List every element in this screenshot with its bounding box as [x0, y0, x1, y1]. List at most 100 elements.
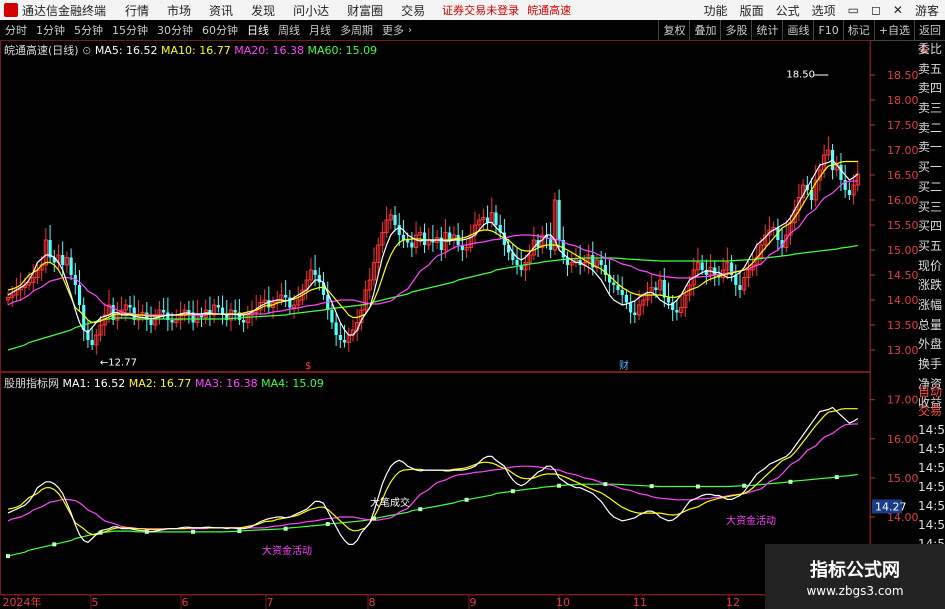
- tool-adjust[interactable]: 复权: [658, 20, 689, 40]
- ma4-dot: [695, 484, 700, 489]
- ma4-dot: [237, 529, 242, 534]
- main-legend: 皖通高速(日线) ⊙ MA5: 16.52 MA10: 16.77 MA20: …: [4, 42, 377, 58]
- candle-body-down: [607, 275, 612, 283]
- candle-body-up: [472, 224, 478, 236]
- candle-body-up: [725, 262, 730, 271]
- candle-body-down: [69, 257, 73, 275]
- candle-body-up: [750, 264, 755, 271]
- menu-ask[interactable]: 问小达: [293, 2, 329, 19]
- chevron-right-icon[interactable]: ›: [408, 25, 412, 36]
- candle-body-down: [675, 310, 679, 313]
- restore-icon[interactable]: ◻: [871, 3, 881, 17]
- ma4-dot: [325, 522, 330, 527]
- ma4-line: [7, 473, 858, 557]
- candle-body-down: [77, 285, 82, 305]
- candle-body-up: [708, 267, 713, 276]
- period-monthly[interactable]: 月线: [309, 22, 331, 38]
- menubar: 通达信金融终端 行情 市场 资讯 发现 问小达 财富圈 交易 证券交易未登录 皖…: [0, 0, 945, 20]
- ma4-dot: [834, 475, 839, 480]
- menu-options[interactable]: 选项: [812, 2, 836, 19]
- candle-body-up: [788, 222, 793, 236]
- candle-body-up: [801, 184, 806, 198]
- app-title: 通达信金融终端: [22, 3, 107, 18]
- candle-body-up: [426, 239, 431, 246]
- period-multi[interactable]: 多周期: [340, 22, 373, 38]
- side-label: 涨跌: [918, 278, 943, 293]
- period-intraday[interactable]: 分时: [5, 22, 27, 38]
- candle-body-down: [847, 190, 851, 195]
- sub-chart-title: 股朋指标网: [4, 377, 59, 390]
- trade-login-warning[interactable]: 证券交易未登录: [442, 2, 519, 18]
- price-tick-label: 17.00: [887, 144, 919, 157]
- candle-body-up: [586, 254, 591, 263]
- tool-overlay[interactable]: 叠加: [689, 20, 720, 40]
- settings-icon[interactable]: ⊙: [82, 44, 91, 57]
- period-5min[interactable]: 5分钟: [74, 22, 103, 38]
- candle-body-up: [291, 304, 297, 308]
- tool-draw[interactable]: 画线: [782, 20, 813, 40]
- menu-formula[interactable]: 公式: [776, 2, 800, 19]
- period-60min[interactable]: 60分钟: [202, 22, 238, 38]
- candle-body-down: [591, 255, 595, 268]
- date-label: 10: [556, 596, 570, 609]
- ma4-dot: [788, 479, 793, 484]
- menu-layout[interactable]: 版面: [740, 2, 764, 19]
- sub-legend: 股朋指标网 MA1: 16.52 MA2: 16.77 MA3: 16.38 M…: [4, 375, 324, 391]
- tool-multi[interactable]: 多股: [720, 20, 751, 40]
- candle-body-up: [851, 184, 856, 196]
- tool-mark[interactable]: 标记: [842, 20, 874, 40]
- candle-body-down: [511, 252, 515, 260]
- menu-function[interactable]: 功能: [704, 2, 728, 19]
- guest-label[interactable]: 游客: [915, 2, 939, 19]
- candle-body-down: [599, 260, 603, 265]
- period-daily[interactable]: 日线: [247, 22, 269, 38]
- candle-body-up: [31, 277, 36, 283]
- candle-body-up: [477, 219, 482, 226]
- period-more[interactable]: 更多: [382, 22, 404, 38]
- tick-label: 14:56: [918, 499, 945, 513]
- candle-body-down: [128, 305, 132, 308]
- tool-add-watchlist[interactable]: +自选: [873, 20, 914, 40]
- menu-quotes[interactable]: 行情: [125, 2, 149, 19]
- ma5-line: [7, 159, 859, 336]
- candle-body-up: [94, 334, 99, 346]
- menu-trade[interactable]: 交易: [401, 2, 425, 19]
- candle-body-down: [662, 280, 666, 298]
- candle-body-up: [64, 257, 69, 266]
- period-weekly[interactable]: 周线: [278, 22, 300, 38]
- date-label: 5: [92, 596, 99, 609]
- candle-body-up: [523, 262, 528, 271]
- tool-back[interactable]: 返回: [914, 20, 945, 40]
- candle-body-up: [106, 304, 112, 316]
- ma4-dot: [191, 529, 196, 534]
- period-1min[interactable]: 1分钟: [36, 22, 65, 38]
- price-tick-label: 18.00: [887, 94, 919, 107]
- candle-body-down: [578, 260, 582, 265]
- menu-market[interactable]: 市场: [167, 2, 191, 19]
- candle-body-down: [334, 322, 338, 335]
- period-15min[interactable]: 15分钟: [112, 22, 148, 38]
- ma1-line: [7, 406, 859, 546]
- ma2-line: [7, 408, 858, 536]
- candle-body-down: [624, 295, 629, 303]
- minimize-icon[interactable]: ▭: [848, 3, 859, 17]
- candle-body-up: [249, 312, 255, 316]
- price-tick-label: 18.50: [887, 69, 919, 82]
- tool-stats[interactable]: 统计: [751, 20, 782, 40]
- ma10-line: [7, 160, 858, 324]
- ma4-dot: [98, 530, 103, 535]
- close-icon[interactable]: ✕: [893, 3, 903, 17]
- candle-body-down: [654, 287, 658, 290]
- candle-body-down: [809, 190, 814, 200]
- candle-body-down: [145, 312, 149, 320]
- menu-news[interactable]: 资讯: [209, 2, 233, 19]
- side-label: 卖四: [918, 81, 943, 96]
- tool-f10[interactable]: F10: [813, 20, 842, 40]
- ma4-dot: [557, 483, 562, 488]
- candle-body-up: [443, 232, 448, 251]
- ma4-dot: [52, 542, 57, 547]
- menu-wealth[interactable]: 财富圈: [347, 2, 383, 19]
- menu-discover[interactable]: 发现: [251, 2, 275, 19]
- period-30min[interactable]: 30分钟: [157, 22, 193, 38]
- candle-body-up: [304, 279, 309, 291]
